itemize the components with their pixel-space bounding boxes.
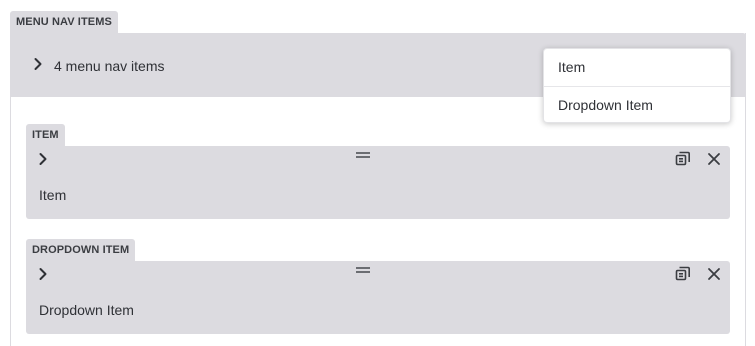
copy-icon[interactable] <box>675 266 691 282</box>
menu-nav-items-label: MENU NAV ITEMS <box>10 11 118 33</box>
block-type-label: DROPDOWN ITEM <box>26 239 136 261</box>
block-type-label: ITEM <box>26 124 65 146</box>
dropdown-item-block-title: Dropdown Item <box>39 302 134 318</box>
close-icon[interactable] <box>706 151 722 167</box>
copy-icon[interactable] <box>675 151 691 167</box>
menu-option-item[interactable]: Item <box>544 49 730 86</box>
drag-handle-icon[interactable] <box>356 152 370 158</box>
menu-option-dropdown-item[interactable]: Dropdown Item <box>544 87 730 124</box>
close-icon[interactable] <box>706 266 722 282</box>
add-item-type-menu: Item Dropdown Item <box>543 48 731 123</box>
chevron-right-icon[interactable] <box>36 267 50 281</box>
menu-nav-items-summary: 4 menu nav items <box>54 58 165 74</box>
drag-handle-icon[interactable] <box>356 267 370 273</box>
item-block: Item <box>26 146 730 219</box>
menu-nav-items-editor: MENU NAV ITEMS 4 menu nav items ITEM Ite… <box>0 0 755 346</box>
item-block-title: Item <box>39 187 67 203</box>
dropdown-item-block: Dropdown Item <box>26 261 730 334</box>
chevron-right-icon[interactable] <box>36 152 50 166</box>
chevron-right-icon <box>31 57 45 71</box>
